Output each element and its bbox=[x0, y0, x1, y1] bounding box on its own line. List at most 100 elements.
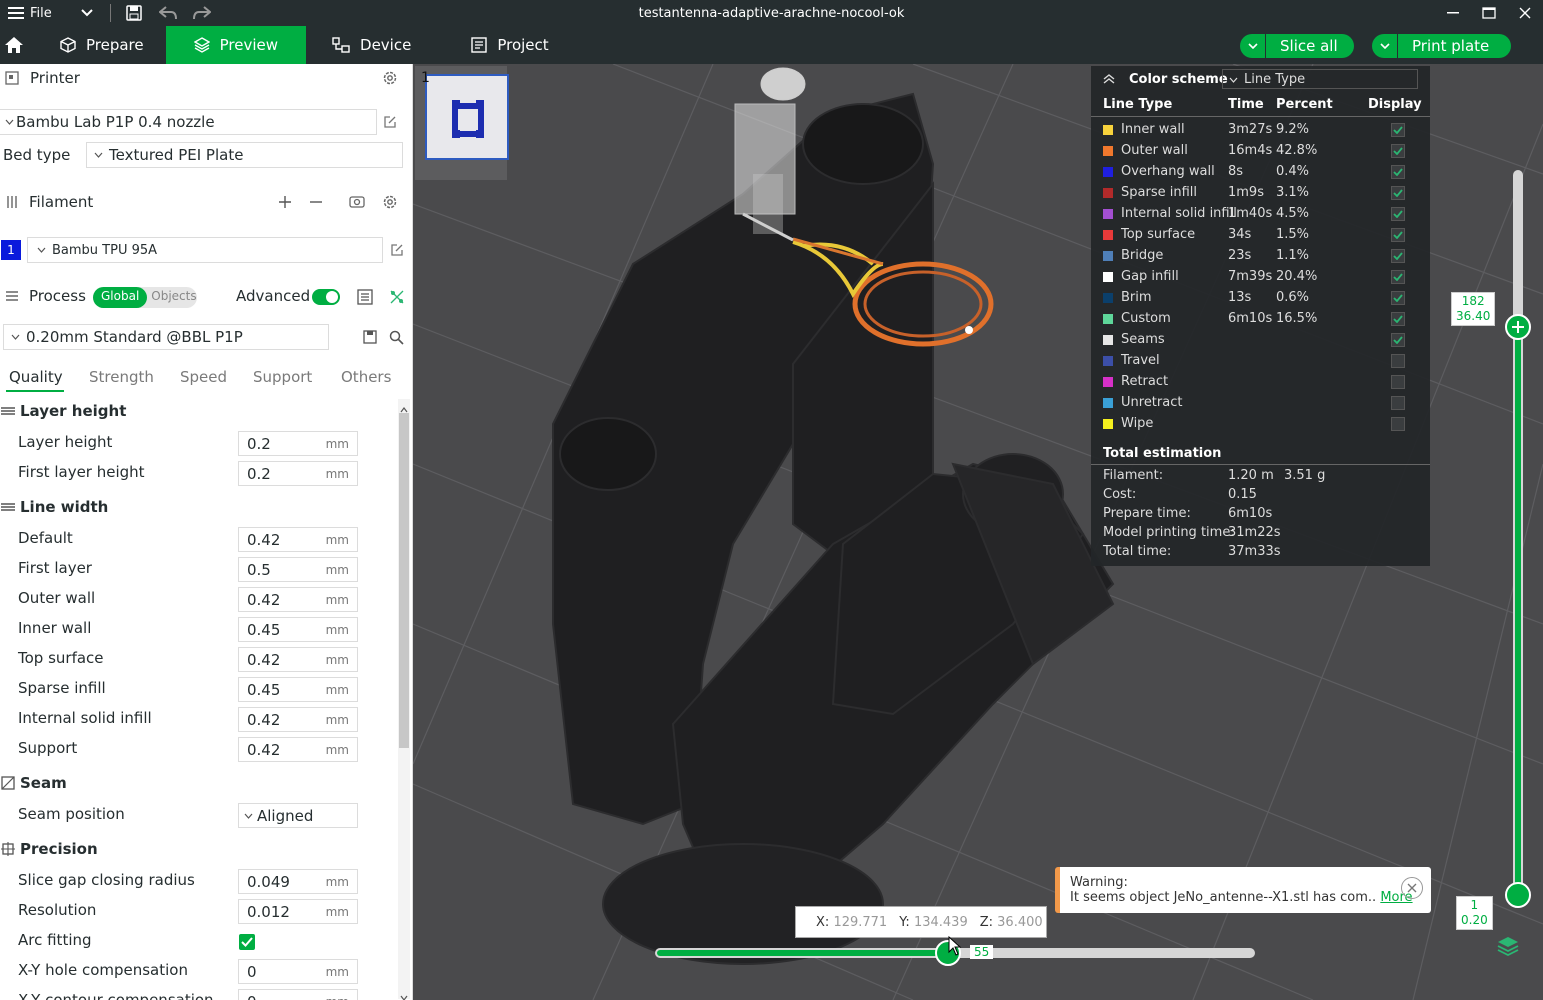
close-icon[interactable] bbox=[1507, 0, 1543, 26]
file-menu-label: File bbox=[30, 5, 52, 21]
slice-all-button[interactable]: Slice all bbox=[1240, 34, 1354, 58]
unit-mm: mm bbox=[325, 592, 349, 607]
lw-outer-wall-input[interactable]: 0.42 mm bbox=[238, 587, 358, 612]
home-icon[interactable] bbox=[0, 26, 28, 64]
tab-support[interactable]: Support bbox=[253, 368, 312, 386]
scroll-down-icon[interactable] bbox=[400, 989, 408, 1000]
bed-type-select[interactable]: Textured PEI Plate bbox=[86, 142, 403, 168]
printer-select[interactable]: Bambu Lab P1P 0.4 nozzle bbox=[0, 109, 377, 135]
tab-strength[interactable]: Strength bbox=[89, 368, 154, 386]
resolution-input[interactable]: 0.012 mm bbox=[238, 899, 358, 924]
chevron-down-icon[interactable] bbox=[1240, 34, 1266, 58]
advanced-toggle[interactable] bbox=[312, 289, 340, 305]
process-mode-toggle[interactable]: Global Objects bbox=[93, 287, 197, 308]
lw-inner-wall-input[interactable]: 0.45 mm bbox=[238, 617, 358, 642]
scrollbar-thumb[interactable] bbox=[399, 413, 409, 748]
compare-icon[interactable] bbox=[387, 287, 407, 307]
sync-icon[interactable] bbox=[347, 192, 367, 212]
edit-icon[interactable] bbox=[387, 240, 407, 260]
lw-internal-solid-input[interactable]: 0.42 mm bbox=[238, 707, 358, 732]
redo-icon[interactable] bbox=[185, 0, 219, 26]
gear-icon[interactable] bbox=[380, 192, 400, 212]
layers-toggle-icon[interactable] bbox=[1497, 936, 1519, 960]
layer-slider-top-handle[interactable] bbox=[1505, 314, 1531, 340]
color-scheme-select[interactable]: Line Type bbox=[1222, 69, 1418, 89]
line-type-time: 6m10s bbox=[1228, 311, 1273, 326]
tab-prepare[interactable]: Prepare bbox=[28, 26, 166, 64]
display-checkbox[interactable] bbox=[1391, 186, 1405, 200]
tab-speed[interactable]: Speed bbox=[180, 368, 227, 386]
coordinate-readout: X: 129.771 Y: 134.439 Z: 36.400 bbox=[795, 906, 1047, 938]
unit-mm: mm bbox=[325, 562, 349, 577]
line-type-swatch bbox=[1103, 125, 1113, 135]
gear-icon[interactable] bbox=[380, 68, 400, 88]
layer-height-input[interactable]: 0.2 mm bbox=[238, 431, 358, 456]
process-preset-select[interactable]: 0.20mm Standard @BBL P1P bbox=[3, 324, 329, 350]
remove-icon[interactable] bbox=[306, 192, 326, 212]
lw-first-layer-input[interactable]: 0.5 mm bbox=[238, 557, 358, 582]
display-checkbox[interactable] bbox=[1391, 165, 1405, 179]
seam-position-select[interactable]: Aligned bbox=[238, 803, 358, 828]
arc-fitting-checkbox[interactable] bbox=[239, 934, 255, 950]
chevron-down-icon[interactable] bbox=[1372, 34, 1398, 58]
slice-gap-input[interactable]: 0.049 mm bbox=[238, 869, 358, 894]
lw-outer-wall-value: 0.42 bbox=[247, 590, 281, 609]
lw-outer-wall-label: Outer wall bbox=[18, 589, 96, 607]
save-icon[interactable] bbox=[117, 0, 151, 26]
display-checkbox[interactable] bbox=[1391, 207, 1405, 221]
group-line-width: Line width bbox=[0, 496, 108, 518]
lw-top-surface-input[interactable]: 0.42 mm bbox=[238, 647, 358, 672]
minimize-icon[interactable] bbox=[1435, 0, 1471, 26]
chevron-down-icon[interactable] bbox=[70, 0, 104, 26]
line-type-swatch bbox=[1103, 293, 1113, 303]
tab-device[interactable]: Device bbox=[306, 26, 433, 64]
tab-preview[interactable]: Preview bbox=[165, 26, 307, 64]
display-checkbox[interactable] bbox=[1391, 228, 1405, 242]
display-checkbox[interactable] bbox=[1391, 270, 1405, 284]
collapse-icon[interactable] bbox=[1103, 74, 1117, 84]
sidebar-scrollbar[interactable] bbox=[398, 399, 410, 1000]
display-checkbox[interactable] bbox=[1391, 333, 1405, 347]
add-icon[interactable] bbox=[275, 192, 295, 212]
display-checkbox[interactable] bbox=[1391, 123, 1405, 137]
print-plate-button[interactable]: Print plate bbox=[1372, 34, 1512, 58]
lw-default-input[interactable]: 0.42 mm bbox=[238, 527, 358, 552]
layer-slider-bottom-handle[interactable] bbox=[1505, 882, 1531, 908]
display-checkbox[interactable] bbox=[1391, 144, 1405, 158]
display-checkbox[interactable] bbox=[1391, 396, 1405, 410]
preview-viewport[interactable]: 1 Color scheme Line Type Line Type Time … bbox=[413, 64, 1543, 1000]
undo-icon[interactable] bbox=[151, 0, 185, 26]
line-type-swatch bbox=[1103, 419, 1113, 429]
close-icon[interactable] bbox=[1401, 877, 1423, 899]
display-checkbox[interactable] bbox=[1391, 375, 1405, 389]
mode-global[interactable]: Global bbox=[93, 287, 148, 308]
display-checkbox[interactable] bbox=[1391, 417, 1405, 431]
process-section-header: Process bbox=[0, 282, 90, 310]
display-checkbox[interactable] bbox=[1391, 291, 1405, 305]
line-type-name: Sparse infill bbox=[1121, 185, 1197, 200]
display-checkbox[interactable] bbox=[1391, 249, 1405, 263]
search-icon[interactable] bbox=[386, 327, 406, 347]
tab-quality[interactable]: Quality bbox=[9, 368, 63, 386]
filament-select[interactable]: Bambu TPU 95A bbox=[27, 237, 383, 263]
xy-hole-input[interactable]: 0 mm bbox=[238, 959, 358, 984]
tab-project[interactable]: Project bbox=[433, 26, 570, 64]
xy-contour-input[interactable]: 0 mm bbox=[238, 989, 358, 1000]
first-layer-height-input[interactable]: 0.2 mm bbox=[238, 461, 358, 486]
filament-slot-badge[interactable]: 1 bbox=[1, 240, 21, 260]
edit-icon[interactable] bbox=[380, 112, 400, 132]
tab-preview-label: Preview bbox=[219, 36, 279, 54]
display-checkbox[interactable] bbox=[1391, 354, 1405, 368]
maximize-icon[interactable] bbox=[1471, 0, 1507, 26]
plate-thumbnail[interactable]: 1 bbox=[415, 66, 509, 180]
file-menu[interactable]: File bbox=[0, 6, 52, 21]
lw-sparse-infill-input[interactable]: 0.45 mm bbox=[238, 677, 358, 702]
list-icon[interactable] bbox=[355, 287, 375, 307]
color-scheme-legend: Color scheme Line Type Line Type Time Pe… bbox=[1091, 66, 1430, 566]
lw-support-input[interactable]: 0.42 mm bbox=[238, 737, 358, 762]
group-seam-label: Seam bbox=[20, 774, 67, 792]
mode-objects[interactable]: Objects bbox=[147, 287, 200, 308]
tab-others[interactable]: Others bbox=[341, 368, 391, 386]
display-checkbox[interactable] bbox=[1391, 312, 1405, 326]
save-icon[interactable] bbox=[360, 327, 380, 347]
